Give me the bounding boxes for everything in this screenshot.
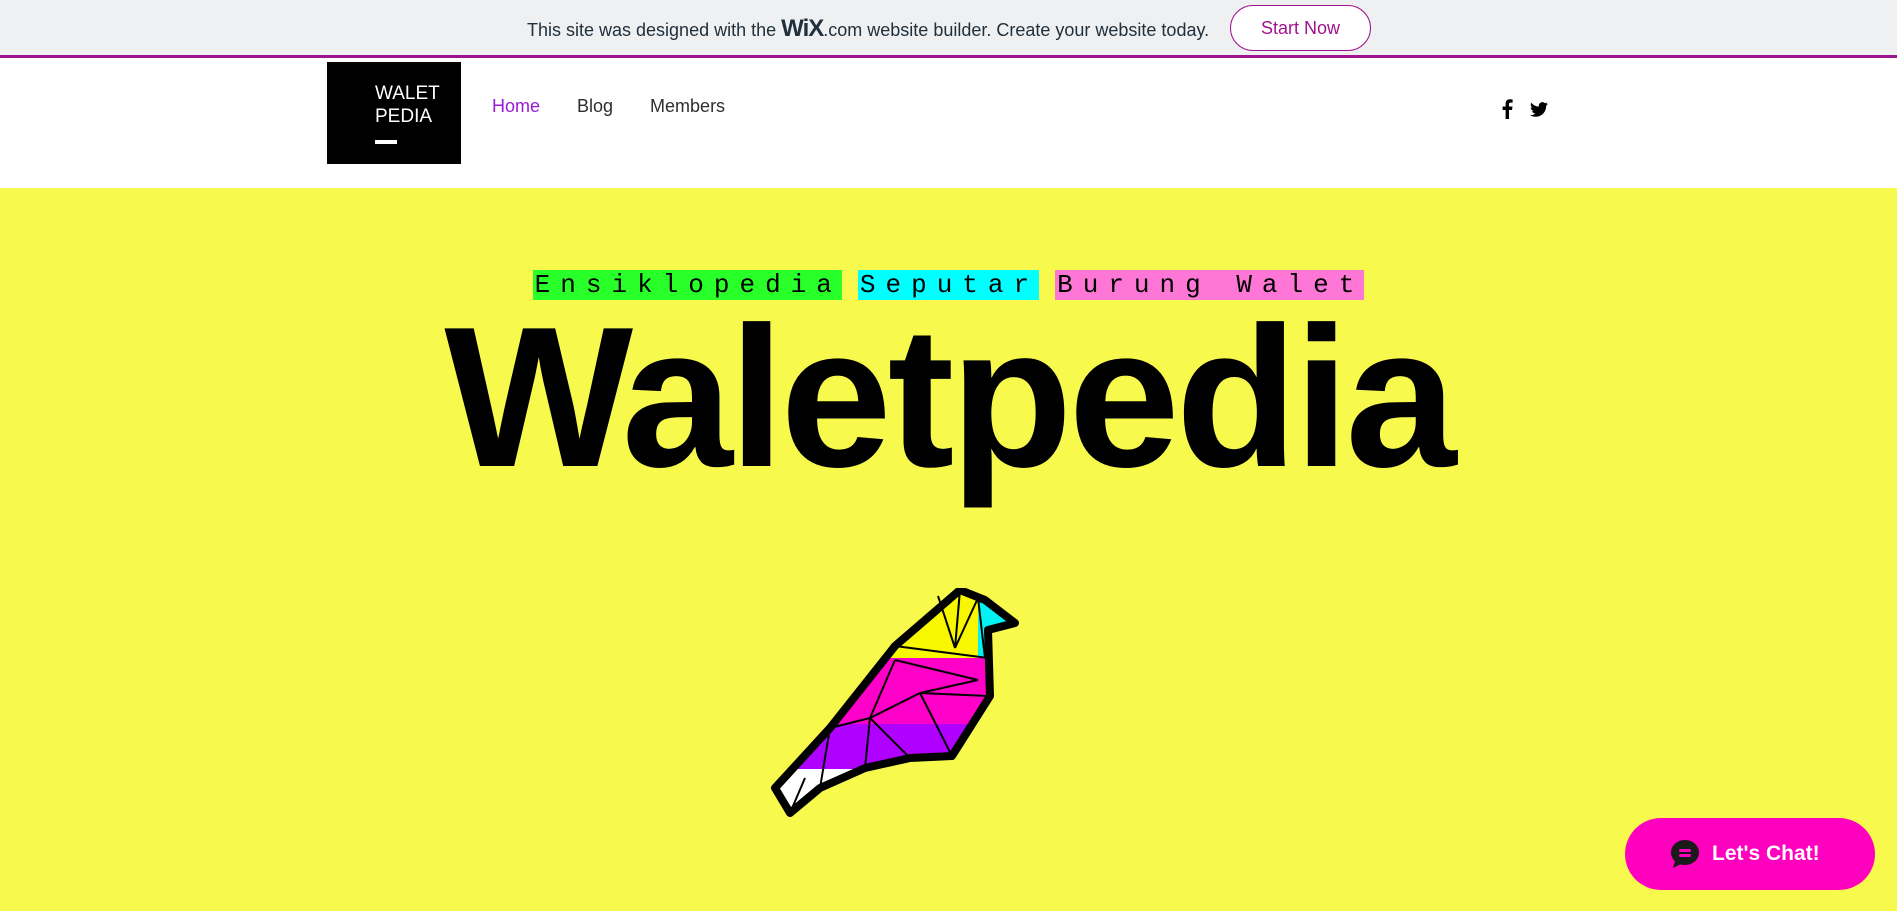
nav-item-home[interactable]: Home (492, 96, 540, 117)
social-bar (1497, 97, 1549, 121)
nav-item-blog[interactable]: Blog (577, 96, 613, 117)
nav-item-members[interactable]: Members (650, 96, 725, 117)
twitter-icon[interactable] (1529, 97, 1549, 121)
start-now-button[interactable]: Start Now (1230, 5, 1371, 51)
main-nav: Home Blog Members (492, 96, 725, 117)
banner-text-before: This site was designed with the (527, 20, 782, 40)
site-header: WALET PEDIA Home Blog Members (0, 58, 1897, 188)
hero-section: Ensiklopedia Seputar Burung Walet Waletped… (0, 188, 1897, 911)
site-logo-text: WALET PEDIA (375, 83, 440, 127)
site-logo[interactable]: WALET PEDIA (327, 62, 461, 164)
wix-banner: This site was designed with the WiX.com … (0, 0, 1897, 58)
geometric-bird-icon (771, 588, 1019, 817)
lets-chat-button[interactable]: Let's Chat! (1625, 818, 1875, 890)
wix-banner-text: This site was designed with the WiX.com … (527, 0, 1209, 58)
site-logo-bar (375, 140, 397, 144)
wix-logo[interactable]: WiX (781, 15, 824, 42)
facebook-icon[interactable] (1497, 97, 1517, 121)
lets-chat-label: Let's Chat! (1712, 842, 1820, 865)
banner-text-after: website builder. Create your website tod… (862, 20, 1210, 40)
hero-title: Waletpedia (444, 286, 1456, 509)
chat-bubble-icon (1671, 840, 1699, 868)
wix-dotcom: .com (823, 20, 863, 40)
